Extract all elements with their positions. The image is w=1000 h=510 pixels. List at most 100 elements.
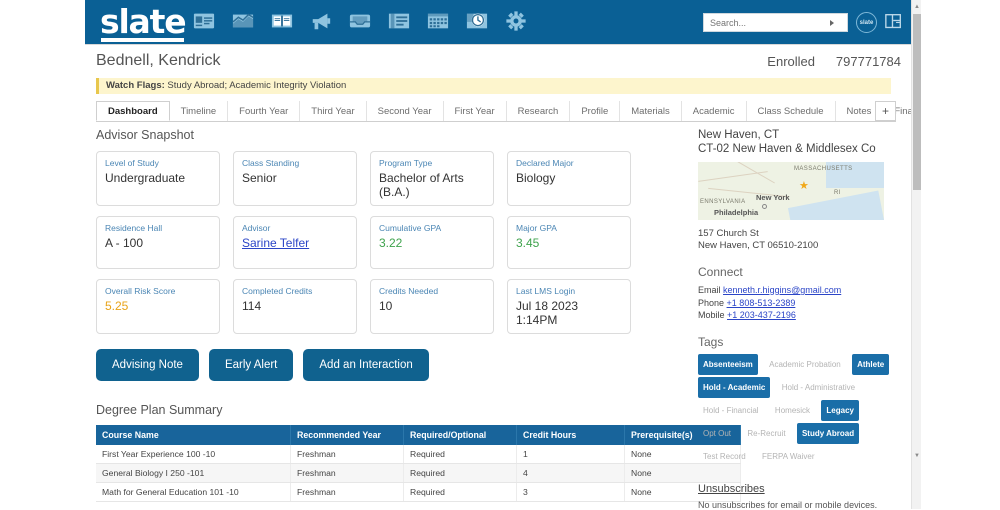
mobile-link[interactable]: +1 203-437-2196 bbox=[727, 310, 796, 320]
slate-account-badge[interactable]: slate bbox=[856, 12, 877, 33]
card-label: Advisor bbox=[242, 223, 271, 233]
tab-profile[interactable]: Profile bbox=[570, 101, 621, 121]
add-tab-button[interactable]: + bbox=[875, 101, 896, 121]
tag-absenteeism[interactable]: Absenteeism bbox=[698, 353, 758, 375]
cell-recommended-year: Freshman bbox=[290, 445, 404, 464]
book-icon[interactable] bbox=[271, 10, 293, 32]
scroll-up-arrow-icon[interactable]: ▲ bbox=[913, 2, 921, 12]
student-id: 797771784 bbox=[835, 54, 901, 69]
table-row[interactable]: General Biology I 250 -101 Freshman Requ… bbox=[96, 463, 741, 483]
tab-first-year[interactable]: First Year bbox=[444, 101, 507, 121]
search-input[interactable] bbox=[708, 16, 830, 29]
connect-phone-row: Phone +1 808-513-2389 bbox=[698, 297, 898, 310]
cell-course-name: First Year Experience 100 -10 bbox=[96, 445, 291, 464]
tag-homesick[interactable]: Homesick bbox=[770, 400, 815, 421]
tag-re-recruit[interactable]: Re-Recruit bbox=[742, 423, 790, 444]
card-label: Level of Study bbox=[105, 158, 159, 168]
map-label-pennsylvania: ENNSYLVANIA bbox=[700, 199, 746, 205]
tag-athlete[interactable]: Athlete bbox=[852, 353, 890, 375]
slate-logo[interactable]: slate bbox=[100, 3, 187, 41]
tag-study-abroad[interactable]: Study Abroad bbox=[796, 422, 860, 444]
tab-third-year[interactable]: Third Year bbox=[300, 101, 367, 121]
tab-second-year[interactable]: Second Year bbox=[367, 101, 444, 121]
card-label: Class Standing bbox=[242, 158, 300, 168]
cell-credit-hours: 3 bbox=[516, 482, 625, 502]
cell-required-optional: Required bbox=[403, 463, 517, 483]
chart-icon[interactable] bbox=[232, 10, 254, 32]
tab-academic[interactable]: Academic bbox=[682, 101, 747, 121]
contact-card-icon[interactable] bbox=[193, 10, 215, 32]
card-cumulative-gpa: Cumulative GPA 3.22 bbox=[370, 216, 494, 269]
megaphone-icon[interactable] bbox=[310, 10, 332, 32]
search-box[interactable] bbox=[703, 13, 848, 32]
tags-title: Tags bbox=[698, 334, 724, 349]
tag-ferpa-waiver[interactable]: FERPA Waiver bbox=[757, 446, 819, 467]
cell-required-optional: Required bbox=[403, 482, 517, 502]
tab-research[interactable]: Research bbox=[507, 101, 571, 121]
logo-underline bbox=[101, 38, 184, 42]
column-required-optional[interactable]: Required/Optional bbox=[403, 425, 517, 445]
star-marker-icon: ★ bbox=[799, 180, 809, 192]
watch-flags-banner: Watch Flags: Study Abroad; Academic Inte… bbox=[96, 78, 891, 94]
tag-opt-out[interactable]: Opt Out bbox=[698, 423, 736, 444]
column-recommended-year[interactable]: Recommended Year bbox=[290, 425, 404, 445]
main-content: Advisor Snapshot Level of Study Undergra… bbox=[96, 128, 741, 502]
card-class-standing: Class Standing Senior bbox=[233, 151, 357, 206]
tab-timeline[interactable]: Timeline bbox=[170, 101, 229, 121]
card-last-lms-login: Last LMS Login Jul 18 2023 1:14PM bbox=[507, 279, 631, 334]
email-link[interactable]: kenneth.r.higgins@gmail.com bbox=[723, 285, 841, 295]
card-value: Senior bbox=[242, 171, 277, 185]
scrollbar-thumb[interactable] bbox=[913, 14, 921, 190]
location-city: New Haven, CT bbox=[698, 129, 780, 141]
tab-dashboard[interactable]: Dashboard bbox=[96, 101, 170, 121]
unsubscribes-link[interactable]: Unsubscribes bbox=[698, 483, 898, 495]
top-navigation-bar: slate Search... slate bbox=[85, 0, 912, 44]
card-overall-risk-score: Overall Risk Score 5.25 bbox=[96, 279, 220, 334]
unsubscribes-text: No unsubscribes for email or mobile devi… bbox=[698, 499, 878, 510]
watch-flags-value: Study Abroad; Academic Integrity Violati… bbox=[167, 80, 347, 91]
add-interaction-button[interactable]: Add an Interaction bbox=[303, 349, 429, 381]
tab-class-schedule[interactable]: Class Schedule bbox=[747, 101, 836, 121]
advising-note-button[interactable]: Advising Note bbox=[96, 349, 199, 381]
tag-hold-academic[interactable]: Hold - Academic bbox=[698, 376, 771, 398]
column-course-name[interactable]: Course Name bbox=[96, 425, 291, 445]
connect-block: Email kenneth.r.higgins@gmail.com Phone … bbox=[698, 284, 898, 322]
early-alert-button[interactable]: Early Alert bbox=[208, 349, 294, 381]
tag-legacy[interactable]: Legacy bbox=[821, 399, 859, 421]
tag-hold-administrative[interactable]: Hold - Administrative bbox=[777, 377, 860, 398]
card-value: 114 bbox=[242, 299, 262, 313]
tag-hold-financial[interactable]: Hold - Financial bbox=[698, 400, 764, 421]
connect-mobile-label: Mobile bbox=[698, 310, 725, 320]
cell-credit-hours: 1 bbox=[516, 445, 625, 464]
phone-link[interactable]: +1 808-513-2389 bbox=[727, 298, 796, 308]
card-credits-needed: Credits Needed 10 bbox=[370, 279, 494, 334]
list-icon[interactable] bbox=[388, 10, 410, 32]
panels-icon[interactable] bbox=[885, 13, 902, 33]
column-credit-hours[interactable]: Credit Hours bbox=[516, 425, 625, 445]
tag-academic-probation[interactable]: Academic Probation bbox=[764, 354, 846, 375]
location-map[interactable]: MASSACHUSETTS RI New York ENNSYLVANIA Ph… bbox=[698, 162, 884, 220]
tab-materials[interactable]: Materials bbox=[620, 101, 682, 121]
calendar-icon[interactable] bbox=[427, 10, 449, 32]
search-dropdown-arrow-icon[interactable] bbox=[830, 19, 834, 26]
advisor-link[interactable]: Sarine Telfer bbox=[242, 236, 309, 250]
table-row[interactable]: First Year Experience 100 -10 Freshman R… bbox=[96, 445, 741, 464]
clock-icon[interactable] bbox=[466, 10, 488, 32]
map-city-dot bbox=[762, 204, 767, 209]
table-row[interactable]: Math for General Education 101 -10 Fresh… bbox=[96, 482, 741, 502]
tab-fourth-year[interactable]: Fourth Year bbox=[228, 101, 301, 121]
watch-flags-label: Watch Flags: bbox=[106, 80, 165, 91]
card-value: 3.22 bbox=[379, 236, 403, 250]
tag-test-record[interactable]: Test Record bbox=[698, 446, 751, 467]
map-label-massachusetts: MASSACHUSETTS bbox=[794, 166, 853, 172]
card-label: Major GPA bbox=[516, 223, 557, 233]
gear-icon[interactable] bbox=[505, 10, 527, 32]
card-label: Program Type bbox=[379, 158, 433, 168]
connect-mobile-row: Mobile +1 203-437-2196 bbox=[698, 309, 898, 322]
inbox-icon[interactable] bbox=[349, 10, 371, 32]
scroll-down-arrow-icon[interactable]: ▼ bbox=[913, 451, 921, 461]
card-label: Cumulative GPA bbox=[379, 223, 442, 233]
connect-email-row: Email kenneth.r.higgins@gmail.com bbox=[698, 284, 898, 297]
card-label: Declared Major bbox=[516, 158, 574, 168]
location-region: CT-02 New Haven & Middlesex Co bbox=[698, 143, 876, 155]
